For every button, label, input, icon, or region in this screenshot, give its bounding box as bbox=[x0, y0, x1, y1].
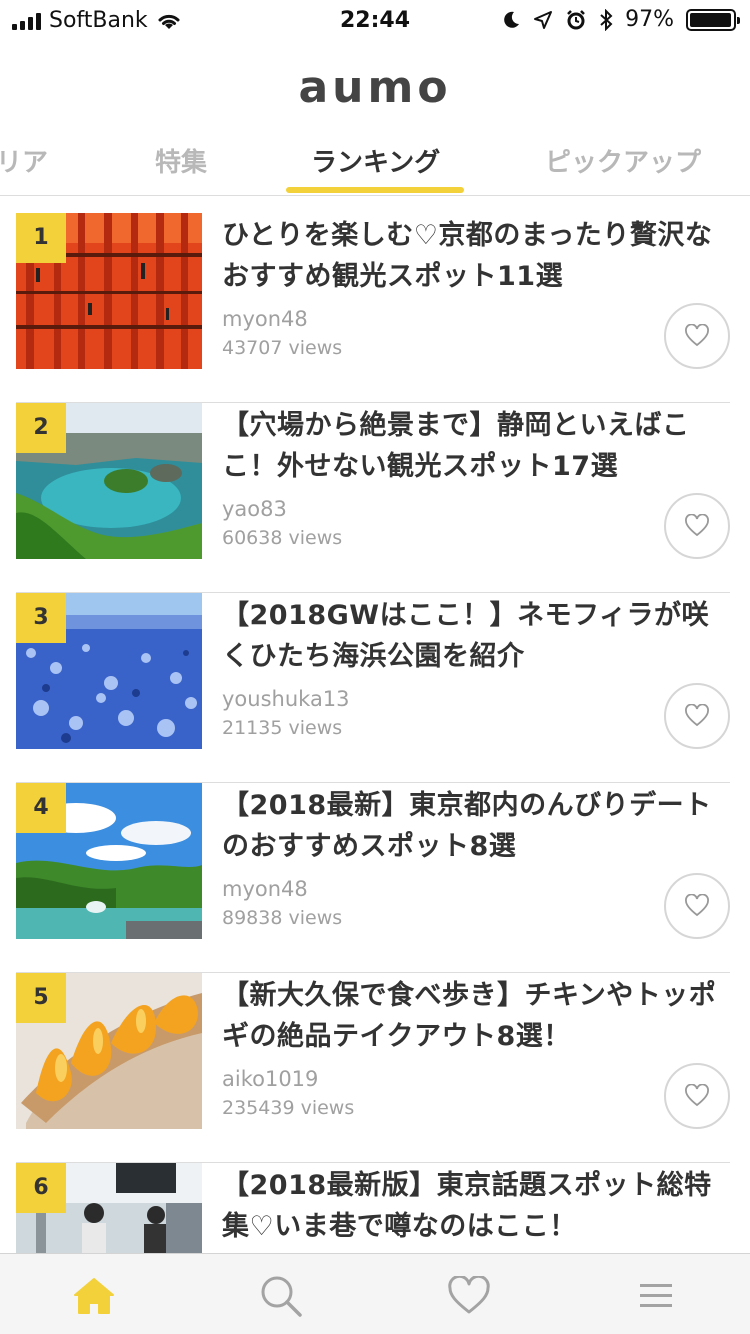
battery-fill bbox=[690, 12, 731, 27]
article-thumbnail[interactable]: 5 bbox=[16, 973, 202, 1129]
battery-percent: 97% bbox=[625, 7, 674, 32]
article-card[interactable]: 3 【2018GWはここ！】ネモフィラが咲くひたち海浜公園を紹介 youshuk… bbox=[16, 593, 730, 783]
article-author[interactable]: aiko1019 bbox=[222, 1067, 318, 1091]
heart-outline-icon bbox=[685, 324, 709, 347]
search-icon bbox=[261, 1276, 302, 1317]
app-logo[interactable]: aumo bbox=[0, 62, 750, 113]
active-tab-indicator bbox=[286, 187, 464, 193]
like-button[interactable] bbox=[664, 493, 730, 559]
nav-search[interactable] bbox=[257, 1272, 305, 1320]
article-thumbnail[interactable]: 1 bbox=[16, 213, 202, 369]
rank-badge: 2 bbox=[16, 403, 66, 453]
heart-outline-icon bbox=[685, 704, 709, 727]
menu-icon bbox=[640, 1284, 672, 1307]
location-icon bbox=[534, 10, 553, 29]
rank-badge: 4 bbox=[16, 783, 66, 833]
heart-outline-icon bbox=[685, 894, 709, 917]
article-views: 21135 views bbox=[222, 717, 343, 739]
heart-icon bbox=[448, 1276, 490, 1314]
article-title[interactable]: 【2018最新】東京都内のんびりデートのおすすめスポット8選 bbox=[222, 785, 732, 867]
rank-badge: 3 bbox=[16, 593, 66, 643]
nav-favorites[interactable] bbox=[445, 1272, 493, 1320]
article-card[interactable]: 4 【2018最新】東京都内のんびりデートのおすすめスポット8選 myon48 … bbox=[16, 783, 730, 973]
article-title[interactable]: ひとりを楽しむ♡京都のまったり贅沢なおすすめ観光スポット11選 bbox=[222, 215, 732, 297]
article-card[interactable]: 5 【新大久保で食べ歩き】チキンやトッポギの絶品テイクアウト8選！ aiko10… bbox=[16, 973, 730, 1163]
article-title[interactable]: 【2018最新版】東京話題スポット総特集♡いま巷で噂なのはここ！ bbox=[222, 1165, 732, 1247]
nav-menu[interactable] bbox=[632, 1272, 680, 1320]
tab-features[interactable]: 特集 bbox=[155, 142, 207, 179]
article-thumbnail[interactable]: 4 bbox=[16, 783, 202, 939]
nav-home[interactable] bbox=[70, 1272, 118, 1320]
moon-icon bbox=[504, 11, 520, 28]
article-views: 60638 views bbox=[222, 527, 343, 549]
article-author[interactable]: youshuka13 bbox=[222, 687, 350, 711]
status-right: 97% bbox=[501, 7, 740, 32]
status-bar: SoftBank 22:44 97% bbox=[0, 0, 750, 40]
like-button[interactable] bbox=[664, 683, 730, 749]
article-title[interactable]: 【2018GWはここ！】ネモフィラが咲くひたち海浜公園を紹介 bbox=[222, 595, 732, 677]
bottom-nav bbox=[0, 1253, 750, 1334]
rank-badge: 5 bbox=[16, 973, 66, 1023]
article-views: 235439 views bbox=[222, 1097, 355, 1119]
article-title[interactable]: 【穴場から絶景まで】静岡といえばここ！外せない観光スポット17選 bbox=[222, 405, 732, 487]
rank-badge: 1 bbox=[16, 213, 66, 263]
article-views: 43707 views bbox=[222, 337, 343, 359]
alarm-icon bbox=[567, 9, 585, 29]
article-author[interactable]: yao83 bbox=[222, 497, 287, 521]
category-tabs: リア 特集 ランキング ピックアップ bbox=[0, 130, 750, 196]
home-icon bbox=[74, 1278, 114, 1314]
battery-icon bbox=[686, 8, 740, 31]
bluetooth-icon bbox=[600, 8, 613, 31]
article-thumbnail[interactable]: 3 bbox=[16, 593, 202, 749]
rank-badge: 6 bbox=[16, 1163, 66, 1213]
like-button[interactable] bbox=[664, 303, 730, 369]
heart-outline-icon bbox=[685, 1084, 709, 1107]
article-thumbnail[interactable]: 2 bbox=[16, 403, 202, 559]
like-button[interactable] bbox=[664, 873, 730, 939]
heart-outline-icon bbox=[685, 514, 709, 537]
article-author[interactable]: myon48 bbox=[222, 307, 308, 331]
tab-pickup[interactable]: ピックアップ bbox=[545, 142, 701, 179]
article-title[interactable]: 【新大久保で食べ歩き】チキンやトッポギの絶品テイクアウト8選！ bbox=[222, 975, 732, 1057]
article-author[interactable]: myon48 bbox=[222, 877, 308, 901]
tab-ranking[interactable]: ランキング bbox=[311, 142, 440, 179]
tab-area[interactable]: リア bbox=[0, 142, 48, 179]
like-button[interactable] bbox=[664, 1063, 730, 1129]
article-card[interactable]: 1 ひとりを楽しむ♡京都のまったり贅沢なおすすめ観光スポット11選 myon48… bbox=[16, 213, 730, 403]
article-views: 89838 views bbox=[222, 907, 343, 929]
article-card[interactable]: 2 【穴場から絶景まで】静岡といえばここ！外せない観光スポット17選 yao83… bbox=[16, 403, 730, 593]
